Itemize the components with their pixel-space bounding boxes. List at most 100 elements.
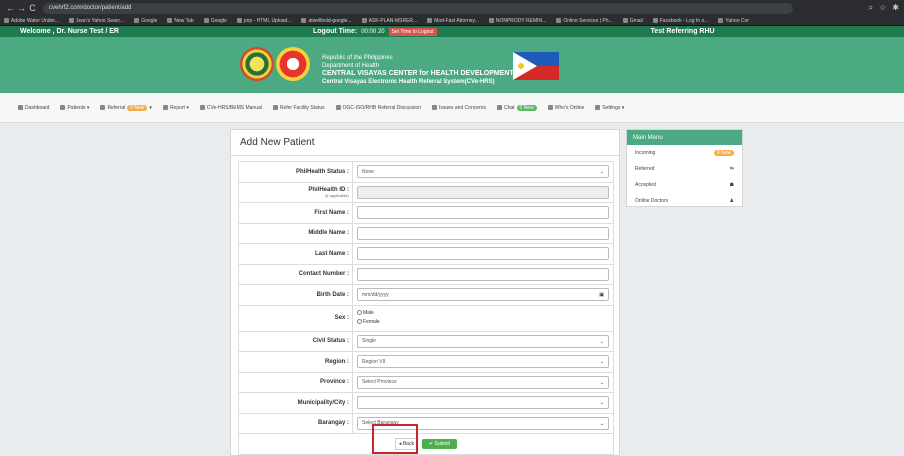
- doh-seal-logo: [240, 47, 274, 81]
- search-icon[interactable]: ⌕: [869, 3, 873, 13]
- nav-report[interactable]: Report ▾: [162, 105, 189, 111]
- referral-badge: 0 New: [127, 104, 148, 111]
- nav-issues[interactable]: Issues and Concerns: [431, 105, 486, 111]
- submit-button[interactable]: ✔ Submit: [421, 438, 458, 449]
- bookmark[interactable]: Jean's Yahoo Searc...: [68, 18, 124, 24]
- form-row: Last Name :: [238, 243, 614, 265]
- address-bar[interactable]: cvehrf2.com/doctor/patient/add: [43, 2, 793, 14]
- region-select[interactable]: Region VII ⌄: [357, 355, 609, 369]
- bookmark[interactable]: Adobe Water Under...: [4, 18, 59, 24]
- bookmarks-bar: Adobe Water Under... Jean's Yahoo Searc.…: [0, 16, 904, 26]
- last-name-label: Last Name :: [238, 243, 353, 265]
- philhealth-id-label: PhilHealth ID : (if applicable): [238, 181, 353, 203]
- barangay-label: Barangay :: [238, 412, 353, 434]
- nav-patients[interactable]: Patients ▾: [60, 105, 89, 111]
- philhealth-id-input[interactable]: [357, 185, 609, 199]
- form-row: Region : Region VII ⌄: [238, 351, 614, 373]
- nav-dashboard[interactable]: Dashboard: [18, 105, 49, 111]
- bookmark[interactable]: Online Services | Ph...: [556, 18, 613, 24]
- nav-manual[interactable]: CVe-HRS/BEMS Manual: [199, 105, 262, 111]
- first-name-input[interactable]: [357, 206, 609, 220]
- form-row: Civil Status : Single ⌄: [238, 330, 614, 352]
- discussion-icon: [335, 105, 341, 110]
- main-menu-panel: Main Menu Incoming 0 New Referred ⇆ Acce…: [626, 129, 743, 207]
- facility-name: Test Referring RHU: [650, 28, 715, 35]
- logout-label: Logout Time:: [313, 28, 358, 35]
- logout-timer: Logout Time: 00:00 20 Set Time to Logout: [313, 27, 437, 36]
- nav-referral[interactable]: Referral 0 New ▾: [100, 104, 152, 111]
- bookmark[interactable]: Google: [134, 18, 157, 24]
- form-row: Barangay : Select Barangay ⌄: [238, 412, 614, 434]
- menu-item-incoming[interactable]: Incoming 0 New: [627, 145, 742, 161]
- sex-label: Sex :: [238, 304, 353, 332]
- bookmark[interactable]: Gmail: [622, 18, 643, 24]
- patient-form: PhilHealth Status : None ⌄ PhilHealth ID …: [238, 161, 614, 455]
- menu-item-referred[interactable]: Referred ⇆: [627, 161, 742, 177]
- menu-item-online-doctors[interactable]: Online Doctors ♟: [627, 193, 742, 209]
- page-title: Add New Patient: [240, 137, 315, 148]
- philhealth-status-label: PhilHealth Status :: [238, 161, 353, 183]
- nav-facility-status[interactable]: Refer Facility Status: [272, 105, 325, 111]
- last-name-input[interactable]: [357, 247, 609, 261]
- add-patient-panel: Add New Patient PhilHealth Status : None…: [230, 129, 620, 456]
- municipality-label: Municipality/City :: [238, 392, 353, 414]
- middle-name-input[interactable]: [357, 226, 609, 240]
- bookmark[interactable]: New Tab: [167, 18, 194, 24]
- welcome-text: Welcome , Dr. Nurse Test / ER: [20, 28, 119, 35]
- province-select[interactable]: Select Province ⌄: [357, 375, 609, 389]
- sex-male-radio[interactable]: Male: [357, 309, 609, 318]
- logout-time-value: 00:00 20: [361, 28, 385, 35]
- birth-date-input[interactable]: mm/dd/yyyy ▣: [357, 288, 609, 302]
- bookmark[interactable]: Yahoo Cor: [718, 18, 749, 24]
- bookmark[interactable]: Google: [203, 18, 227, 24]
- first-name-label: First Name :: [238, 202, 353, 224]
- sex-female-radio[interactable]: Female: [357, 318, 609, 327]
- region-label: Region :: [238, 351, 353, 373]
- browser-toolbar: ← → C cvehrf2.com/doctor/patient/add ⌕ ☆…: [0, 0, 904, 16]
- municipality-select[interactable]: ⌄: [357, 396, 609, 410]
- organization-title: Republic of the Philippines Department o…: [322, 55, 514, 85]
- warning-icon: [431, 105, 437, 110]
- main-menu-title: Main Menu: [627, 130, 742, 145]
- philhealth-status-select[interactable]: None ⌄: [357, 165, 609, 179]
- chevron-down-icon: ⌄: [599, 400, 604, 407]
- doctor-icon: ♟: [729, 198, 734, 204]
- form-actions-row: ◂ Back ✔ Submit: [238, 433, 614, 455]
- nav-discussion[interactable]: OGC-ISO/RHB Referral Discussion: [335, 105, 421, 111]
- chat-icon: [496, 105, 502, 110]
- form-row: Contact Number :: [238, 263, 614, 285]
- bookmark[interactable]: Mod-Fast Attorney...: [427, 18, 479, 24]
- bookmark[interactable]: NONPRODY REMIN...: [488, 18, 546, 24]
- civil-status-select[interactable]: Single ⌄: [357, 334, 609, 348]
- forward-button[interactable]: →: [16, 3, 27, 13]
- middle-name-label: Middle Name :: [238, 222, 353, 244]
- menu-item-accepted[interactable]: Accepted ☗: [627, 177, 742, 193]
- contact-number-input[interactable]: [357, 267, 609, 281]
- bookmark[interactable]: ASK-PLAN-MSRER...: [361, 18, 417, 24]
- info-bar: Welcome , Dr. Nurse Test / ER Logout Tim…: [0, 26, 904, 37]
- form-row: Municipality/City : ⌄: [238, 392, 614, 414]
- form-row: Middle Name :: [238, 222, 614, 244]
- incoming-badge: 0 New: [713, 150, 734, 156]
- nav-settings[interactable]: Settings ▾: [595, 105, 624, 111]
- nav-whos-online[interactable]: Who's Online: [547, 105, 584, 111]
- nav-chat[interactable]: Chat 0 New: [496, 104, 537, 111]
- bookmark[interactable]: Facebook - Log In o...: [652, 18, 708, 24]
- divider: [231, 155, 619, 156]
- set-logout-button[interactable]: Set Time to Logout: [388, 27, 437, 36]
- star-icon[interactable]: ☆: [879, 3, 886, 13]
- chevron-down-icon: ⌄: [599, 169, 604, 176]
- submit-highlight-box: [372, 424, 418, 454]
- extensions-icon[interactable]: ✱: [892, 3, 899, 13]
- back-button[interactable]: ←: [5, 3, 16, 13]
- form-row: First Name :: [238, 202, 614, 224]
- form-row: PhilHealth ID : (if applicable): [238, 181, 614, 203]
- chevron-down-icon: ⌄: [599, 359, 604, 366]
- chevron-down-icon: ⌄: [599, 338, 604, 345]
- reload-button[interactable]: C: [27, 3, 38, 13]
- url-text: cvehrf2.com/doctor/patient/add: [49, 5, 132, 11]
- chevron-down-icon: ⌄: [599, 420, 604, 427]
- bookmark[interactable]: pnp - HTML Upload...: [236, 18, 291, 24]
- bookmark[interactable]: atwellbold-google...: [301, 18, 352, 24]
- calendar-icon[interactable]: ▣: [599, 292, 604, 298]
